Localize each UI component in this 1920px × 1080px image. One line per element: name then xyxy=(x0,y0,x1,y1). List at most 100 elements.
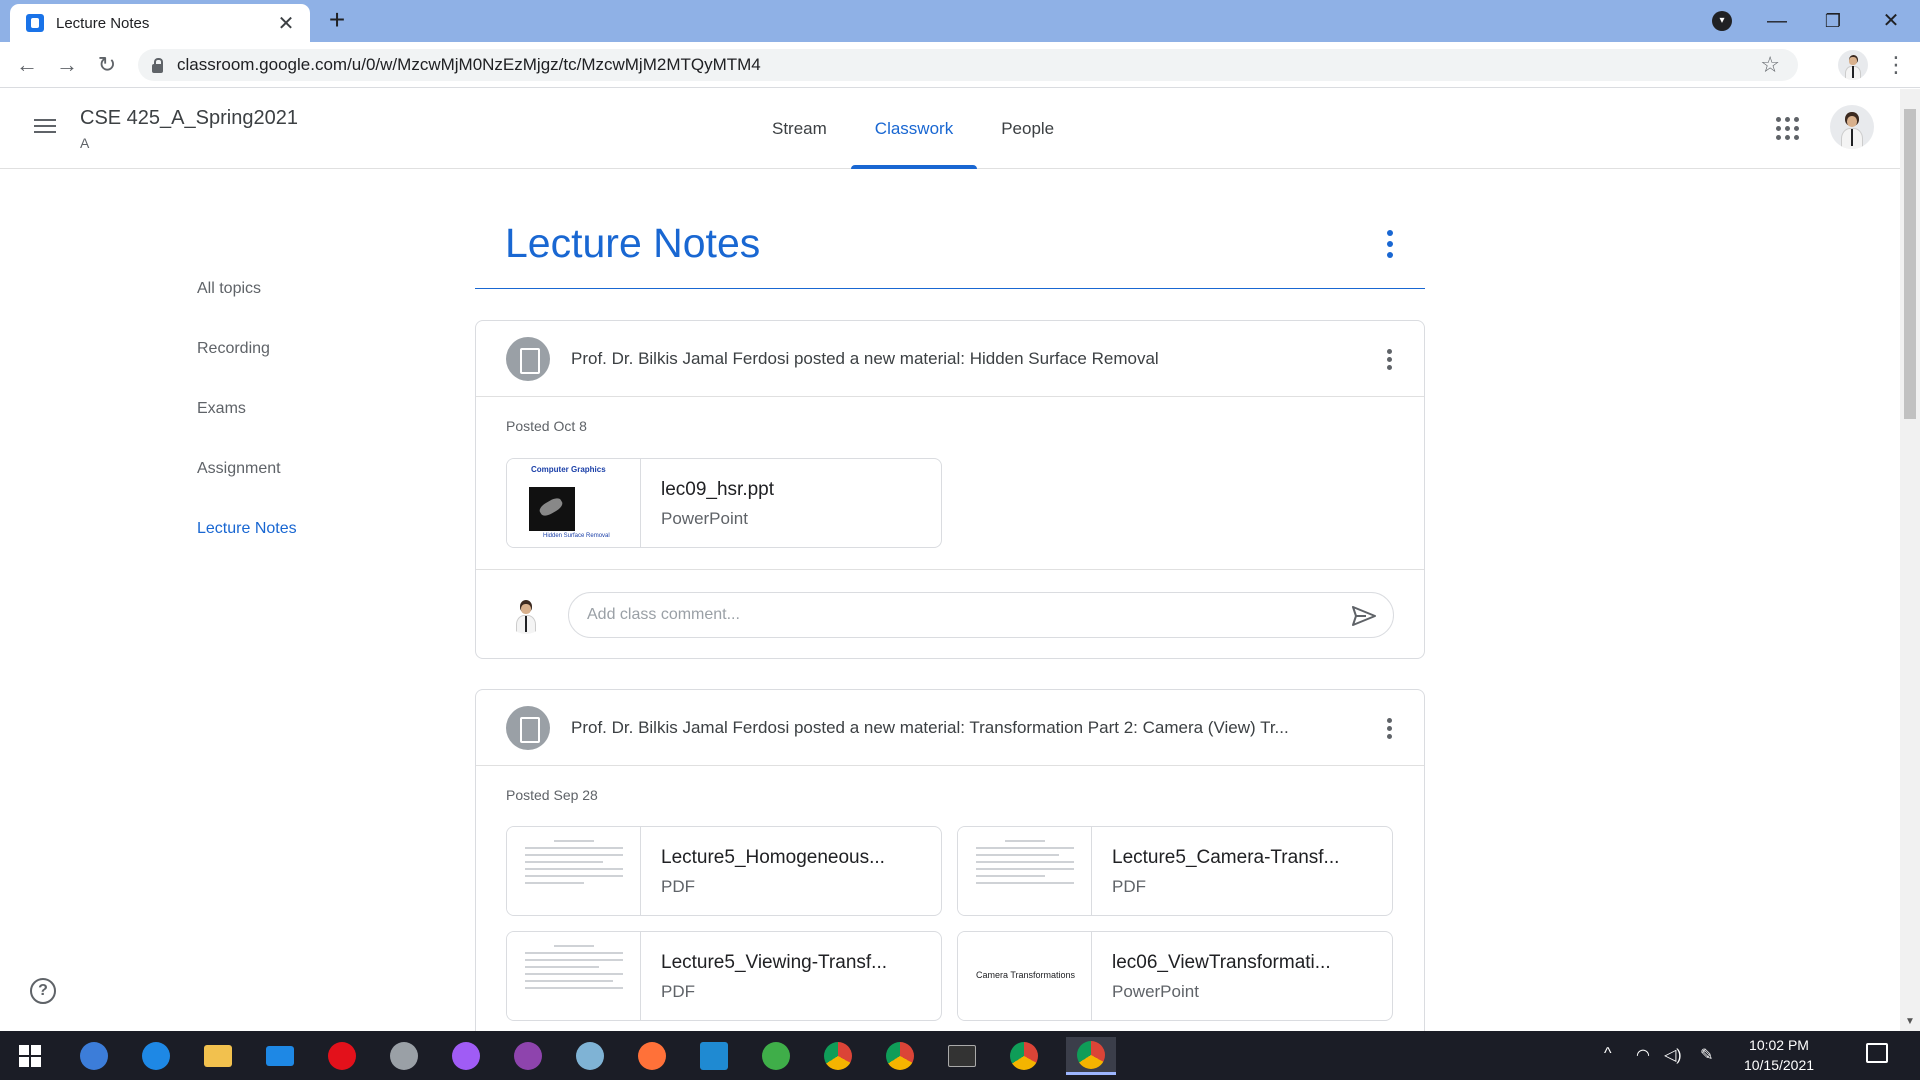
satellite-app-icon[interactable] xyxy=(384,1037,424,1075)
close-window-button[interactable]: ✕ xyxy=(1876,6,1906,36)
back-arrow-icon[interactable]: ← xyxy=(12,50,42,80)
edge-icon[interactable] xyxy=(136,1037,176,1075)
google-apps-icon[interactable] xyxy=(1776,117,1800,141)
tray-chevron-icon[interactable]: ^ xyxy=(1604,1045,1612,1063)
qbittorrent-icon[interactable] xyxy=(74,1037,114,1075)
section-more-options-icon[interactable] xyxy=(1376,226,1404,262)
github-desktop-icon[interactable] xyxy=(508,1037,548,1075)
clock-date: 10/15/2021 xyxy=(1743,1057,1815,1073)
attachment-thumbnail: Camera Transformations xyxy=(958,932,1092,1020)
class-nav-tabs: Stream Classwork People xyxy=(748,89,1078,169)
system-clock[interactable]: 10:02 PM 10/15/2021 xyxy=(1734,1035,1824,1075)
attachment-card[interactable]: Computer Graphics Hidden Surface Removal… xyxy=(506,458,942,548)
tab-search-icon[interactable]: ▾ xyxy=(1712,11,1732,31)
windows-taskbar: ^ ◠ ◁) ✎ ⌨ 10:02 PM 10/15/2021 xyxy=(0,1031,1920,1080)
forward-arrow-icon[interactable]: → xyxy=(52,50,82,80)
pdf-thumbnail xyxy=(507,827,641,915)
material-card-header[interactable]: Prof. Dr. Bilkis Jamal Ferdosi posted a … xyxy=(476,321,1424,397)
scroll-down-arrow-icon[interactable]: ▼ xyxy=(1905,1016,1915,1027)
section-title: Lecture Notes xyxy=(505,220,761,266)
send-icon[interactable] xyxy=(1352,606,1376,626)
terminal-icon[interactable] xyxy=(942,1037,982,1075)
tab-classwork[interactable]: Classwork xyxy=(850,89,978,169)
class-comment-row xyxy=(476,569,1424,658)
notification-center-icon[interactable] xyxy=(1866,1043,1888,1063)
topic-assignment[interactable]: Assignment xyxy=(197,460,297,520)
tab-stream[interactable]: Stream xyxy=(748,89,851,169)
material-book-icon xyxy=(506,337,550,381)
messenger-icon[interactable] xyxy=(446,1037,486,1075)
material-title[interactable]: Prof. Dr. Bilkis Jamal Ferdosi posted a … xyxy=(571,349,1351,369)
attachment-name: lec09_hsr.ppt xyxy=(661,479,775,500)
topics-sidebar: All topics Recording Exams Assignment Le… xyxy=(197,280,297,580)
browser-tab-strip: Lecture Notes ✕ + ▾ — ❐ ✕ xyxy=(0,0,1920,42)
help-icon[interactable]: ? xyxy=(30,978,56,1004)
posted-date: Posted Sep 28 xyxy=(506,787,598,803)
topic-all-topics[interactable]: All topics xyxy=(197,280,297,340)
bookmark-star-icon[interactable]: ☆ xyxy=(1760,52,1780,78)
material-card-header[interactable]: Prof. Dr. Bilkis Jamal Ferdosi posted a … xyxy=(476,690,1424,766)
scrollbar-thumb[interactable] xyxy=(1904,109,1916,419)
material-title[interactable]: Prof. Dr. Bilkis Jamal Ferdosi posted a … xyxy=(571,718,1351,738)
account-avatar[interactable] xyxy=(1830,105,1874,149)
reload-icon[interactable]: ↻ xyxy=(92,50,122,80)
material-more-options-icon[interactable] xyxy=(1380,714,1400,742)
attachment-type: PowerPoint xyxy=(661,509,748,528)
tab-people[interactable]: People xyxy=(977,89,1078,169)
topic-recording[interactable]: Recording xyxy=(197,340,297,400)
hamburger-menu-icon[interactable] xyxy=(24,105,66,147)
material-card[interactable]: Prof. Dr. Bilkis Jamal Ferdosi posted a … xyxy=(475,320,1425,659)
attachment-card[interactable]: Camera Transformations lec06_ViewTransfo… xyxy=(957,931,1393,1021)
material-book-icon xyxy=(506,706,550,750)
url-text[interactable]: classroom.google.com/u/0/w/MzcwMjM0NzEzM… xyxy=(177,55,1760,75)
browser-profile-avatar[interactable] xyxy=(1838,50,1868,80)
clock-time: 10:02 PM xyxy=(1749,1037,1809,1053)
browser-menu-icon[interactable]: ⋮ xyxy=(1884,50,1908,80)
posted-date: Posted Oct 8 xyxy=(506,418,587,434)
minimize-button[interactable]: — xyxy=(1762,6,1792,36)
paint-app-icon[interactable] xyxy=(570,1037,610,1075)
attachment-card[interactable]: Lecture5_Viewing-Transf... PDF xyxy=(506,931,942,1021)
page-scrollbar[interactable]: ▼ xyxy=(1900,89,1920,1031)
close-tab-icon[interactable]: ✕ xyxy=(276,11,296,36)
attachment-type: PowerPoint xyxy=(1112,982,1199,1001)
chrome-profile-icon[interactable] xyxy=(818,1037,858,1075)
new-tab-button[interactable]: + xyxy=(322,6,352,36)
firefox-icon[interactable] xyxy=(632,1037,672,1075)
class-section: A xyxy=(80,135,90,151)
browser-tab[interactable]: Lecture Notes ✕ xyxy=(10,4,310,42)
windows-start-icon[interactable] xyxy=(10,1037,50,1075)
tab-title: Lecture Notes xyxy=(56,14,150,32)
class-name[interactable]: CSE 425_A_Spring2021 xyxy=(80,107,298,130)
chrome-ek-icon[interactable] xyxy=(1004,1037,1044,1075)
pen-icon[interactable]: ✎ xyxy=(1700,1045,1713,1065)
commenter-avatar xyxy=(506,594,546,634)
volume-icon[interactable]: ◁) xyxy=(1664,1045,1682,1065)
chrome-active-icon[interactable] xyxy=(1066,1037,1116,1075)
topic-exams[interactable]: Exams xyxy=(197,400,297,460)
chrome-icon[interactable] xyxy=(880,1037,920,1075)
material-more-options-icon[interactable] xyxy=(1380,345,1400,373)
attachment-card[interactable]: Lecture5_Homogeneous... PDF xyxy=(506,826,942,916)
mail-icon[interactable] xyxy=(260,1037,300,1075)
address-bar[interactable]: classroom.google.com/u/0/w/MzcwMjM0NzEzM… xyxy=(138,49,1798,81)
thumbnail-title: Computer Graphics xyxy=(531,465,606,474)
vscode-icon[interactable] xyxy=(694,1037,734,1075)
attachment-name: Lecture5_Homogeneous... xyxy=(661,847,885,868)
opera-icon[interactable] xyxy=(322,1037,362,1075)
restore-button[interactable]: ❐ xyxy=(1818,6,1848,36)
wifi-icon[interactable]: ◠ xyxy=(1636,1045,1650,1065)
attachment-thumbnail: Computer Graphics Hidden Surface Removal xyxy=(507,459,641,547)
section-divider xyxy=(475,288,1425,289)
lock-icon[interactable] xyxy=(152,57,163,73)
maps-app-icon[interactable] xyxy=(756,1037,796,1075)
pdf-thumbnail xyxy=(507,932,641,1020)
material-card[interactable]: Prof. Dr. Bilkis Jamal Ferdosi posted a … xyxy=(475,689,1425,1049)
topic-lecture-notes[interactable]: Lecture Notes xyxy=(197,520,297,580)
classroom-header: CSE 425_A_Spring2021 A Stream Classwork … xyxy=(0,89,1900,169)
attachment-type: PDF xyxy=(1112,877,1146,896)
thumbnail-title: Camera Transformations xyxy=(976,970,1076,980)
file-explorer-icon[interactable] xyxy=(198,1037,238,1075)
attachment-card[interactable]: Lecture5_Camera-Transf... PDF xyxy=(957,826,1393,916)
class-comment-input[interactable] xyxy=(568,592,1394,638)
